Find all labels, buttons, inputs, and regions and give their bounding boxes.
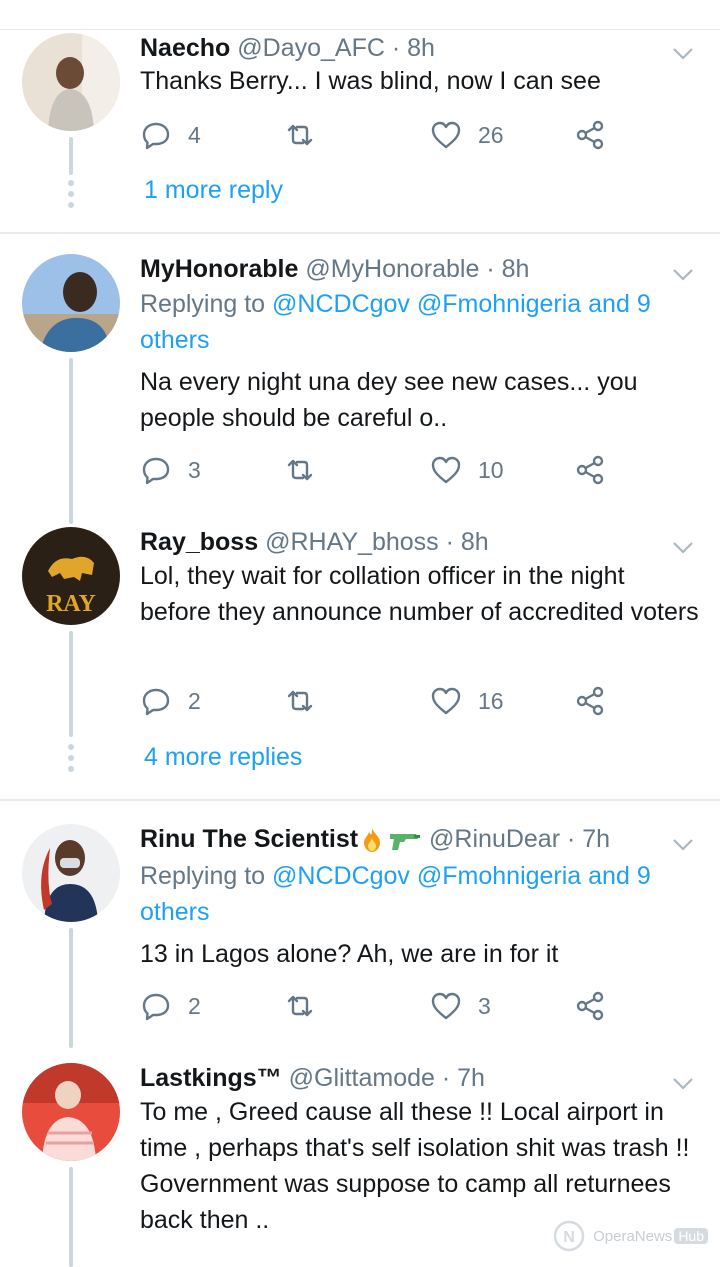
handle-time: @RHAY_bhoss · 8h bbox=[265, 528, 489, 556]
thread-line bbox=[69, 358, 73, 524]
share-icon bbox=[576, 120, 604, 150]
reply-count: 3 bbox=[188, 456, 201, 483]
share-button[interactable] bbox=[574, 988, 606, 1024]
display-name[interactable]: Rinu The Scientist bbox=[140, 825, 358, 853]
retweet-button[interactable] bbox=[284, 683, 316, 719]
handle-time: @MyHonorable · 8h bbox=[305, 255, 530, 283]
svg-text:N: N bbox=[563, 1229, 575, 1246]
display-name[interactable]: MyHonorable bbox=[140, 255, 298, 283]
like-count: 26 bbox=[478, 121, 504, 148]
tweet-actions: 2 16 bbox=[140, 683, 620, 719]
thread-line bbox=[69, 631, 73, 737]
replying-to: Replying to @NCDCgov @Fmohnigeria and 9 … bbox=[140, 286, 700, 358]
avatar-text: RAY bbox=[46, 591, 96, 617]
display-name[interactable]: Ray_boss bbox=[140, 528, 258, 556]
chevron-down-icon[interactable] bbox=[672, 47, 694, 61]
like-button[interactable]: 26 bbox=[430, 117, 504, 153]
display-name[interactable]: Naecho bbox=[140, 34, 230, 62]
show-more-replies-link[interactable]: 1 more reply bbox=[144, 176, 283, 205]
like-button[interactable]: 10 bbox=[430, 452, 504, 488]
heart-icon bbox=[431, 121, 461, 149]
like-button[interactable]: 3 bbox=[430, 988, 491, 1024]
retweet-button[interactable] bbox=[284, 452, 316, 488]
retweet-icon bbox=[287, 995, 313, 1017]
avatar[interactable] bbox=[22, 33, 120, 131]
show-more-replies-link[interactable]: 4 more replies bbox=[144, 743, 302, 772]
tweet-header: Lastkings™ @Glittamode · 7h bbox=[140, 1063, 485, 1093]
retweet-icon bbox=[287, 690, 313, 712]
tweet-text: Lol, they wait for collation officer in … bbox=[140, 562, 699, 626]
handle-time: @Glittamode · 7h bbox=[288, 1064, 485, 1092]
tweet-header: MyHonorable @MyHonorable · 8h bbox=[140, 254, 529, 284]
reply-icon bbox=[142, 688, 170, 716]
thread-line bbox=[69, 1167, 73, 1267]
chevron-down-icon[interactable] bbox=[672, 838, 694, 852]
share-icon bbox=[576, 455, 604, 485]
retweet-icon bbox=[287, 124, 313, 146]
fire-emoji-icon bbox=[364, 828, 381, 853]
chevron-down-icon[interactable] bbox=[672, 1077, 694, 1091]
share-icon bbox=[576, 991, 604, 1021]
thread-dots bbox=[68, 180, 74, 213]
watermark-hub: Hub bbox=[674, 1228, 708, 1244]
handle-time: @Dayo_AFC · 8h bbox=[237, 34, 435, 62]
replying-to-label: Replying to bbox=[140, 862, 273, 890]
avatar[interactable] bbox=[22, 1063, 120, 1161]
avatar[interactable] bbox=[22, 824, 120, 922]
chevron-down-icon[interactable] bbox=[672, 541, 694, 555]
retweet-button[interactable] bbox=[284, 988, 316, 1024]
tweet-text: Na every night una dey see new cases... … bbox=[140, 368, 638, 432]
share-button[interactable] bbox=[574, 452, 606, 488]
chevron-down-icon[interactable] bbox=[672, 268, 694, 282]
heart-icon bbox=[431, 687, 461, 715]
like-count: 3 bbox=[478, 992, 491, 1019]
share-button[interactable] bbox=[574, 683, 606, 719]
reply-icon bbox=[142, 457, 170, 485]
reply-count: 2 bbox=[188, 992, 201, 1019]
reply-count: 4 bbox=[188, 121, 201, 148]
tweet-actions: 2 3 bbox=[140, 988, 620, 1024]
replying-to-label: Replying to bbox=[140, 290, 273, 318]
thread-dots bbox=[68, 744, 74, 777]
thread-line bbox=[69, 928, 73, 1048]
top-divider bbox=[0, 29, 720, 30]
operanews-hub-watermark: N OperaNews Hub bbox=[549, 1216, 708, 1256]
section-divider bbox=[0, 232, 720, 234]
reply-icon bbox=[142, 122, 170, 150]
reply-button[interactable]: 2 bbox=[140, 683, 201, 719]
heart-icon bbox=[431, 456, 461, 484]
operanews-logo-icon: N bbox=[553, 1220, 585, 1252]
display-name[interactable]: Lastkings™ bbox=[140, 1064, 282, 1092]
reply-button[interactable]: 4 bbox=[140, 117, 201, 153]
reply-button[interactable]: 3 bbox=[140, 452, 201, 488]
retweet-icon bbox=[287, 459, 313, 481]
tweet-header: Rinu The Scientist @RinuDear · 7h bbox=[140, 824, 610, 854]
section-divider bbox=[0, 799, 720, 801]
like-button[interactable]: 16 bbox=[430, 683, 504, 719]
reply-count: 2 bbox=[188, 687, 201, 714]
reply-button[interactable]: 2 bbox=[140, 988, 201, 1024]
reply-icon bbox=[142, 993, 170, 1021]
tweet-text: 13 in Lagos alone? Ah, we are in for it bbox=[140, 940, 559, 968]
like-count: 16 bbox=[478, 687, 504, 714]
like-count: 10 bbox=[478, 456, 504, 483]
tweet-text: Thanks Berry... I was blind, now I can s… bbox=[140, 67, 601, 95]
tweet-header: Naecho @Dayo_AFC · 8h bbox=[140, 33, 435, 63]
thread-line bbox=[69, 137, 73, 175]
retweet-button[interactable] bbox=[284, 117, 316, 153]
heart-icon bbox=[431, 992, 461, 1020]
share-icon bbox=[576, 686, 604, 716]
avatar[interactable] bbox=[22, 254, 120, 352]
avatar[interactable]: RAY bbox=[22, 527, 120, 625]
share-button[interactable] bbox=[574, 117, 606, 153]
water-pistol-emoji-icon bbox=[390, 834, 421, 851]
tweet-actions: 4 26 bbox=[140, 117, 620, 153]
handle-time: @RinuDear · 7h bbox=[429, 825, 611, 853]
tweet-actions: 3 10 bbox=[140, 452, 620, 488]
watermark-text: OperaNews bbox=[593, 1227, 673, 1245]
tweet-header: Ray_boss @RHAY_bhoss · 8h bbox=[140, 527, 489, 557]
replying-to: Replying to @NCDCgov @Fmohnigeria and 9 … bbox=[140, 858, 700, 930]
